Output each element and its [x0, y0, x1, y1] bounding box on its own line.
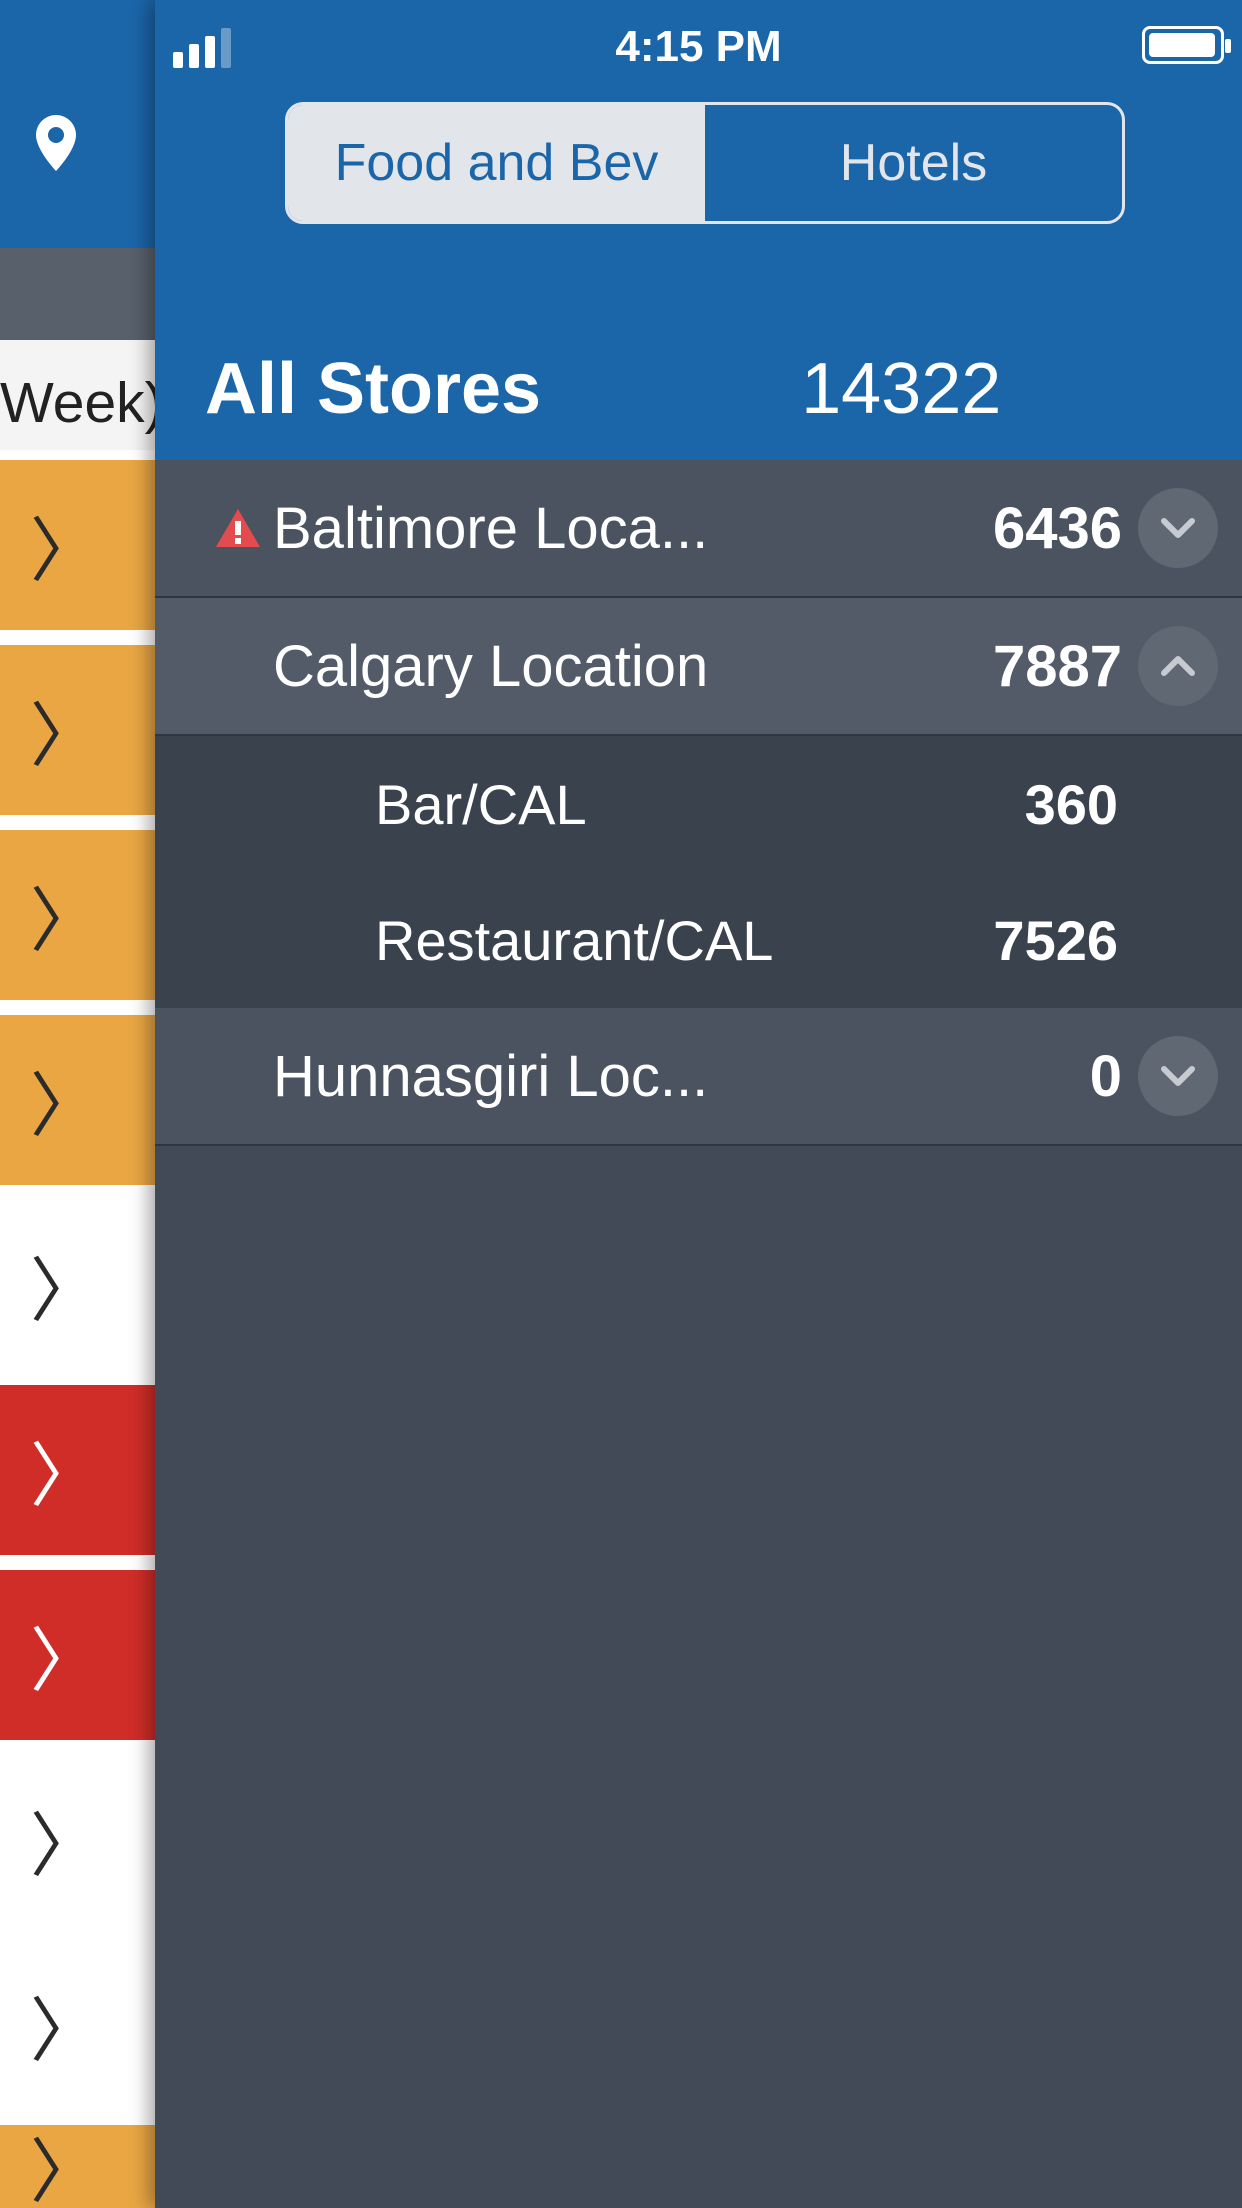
store-value: 7887 [922, 633, 1122, 700]
slide-over-panel: 4:15 PM Food and Bev Hotels All Stores 1… [155, 0, 1242, 2208]
store-name: Hunnasgiri Loc... [273, 1043, 708, 1110]
all-stores-summary: All Stores 14322 [205, 348, 1192, 430]
behind-row[interactable]: 〉 [0, 1570, 155, 1740]
store-name: Calgary Location [273, 633, 708, 700]
sub-row-restaurant-cal[interactable]: Restaurant/CAL 7526 [155, 872, 1242, 1008]
behind-row[interactable]: 〉 [0, 1755, 155, 1925]
store-row-hunnasgiri[interactable]: Hunnasgiri Loc... 0 [155, 1008, 1242, 1146]
store-row-baltimore[interactable]: Baltimore Loca... 6436 [155, 460, 1242, 598]
expand-button[interactable] [1138, 488, 1218, 568]
summary-title: All Stores [205, 348, 541, 430]
summary-total: 14322 [801, 348, 1001, 430]
behind-row[interactable]: 〉 [0, 460, 155, 630]
behind-header [0, 0, 155, 248]
chevron-right-icon: 〉 [30, 865, 100, 966]
collapse-button[interactable] [1138, 626, 1218, 706]
status-bar: 4:15 PM [155, 18, 1242, 78]
sub-name: Bar/CAL [375, 772, 587, 837]
trend-down-icon [712, 650, 767, 682]
store-value: 6436 [922, 495, 1122, 562]
underlying-menu: Week) 〉 〉 〉 〉 〉 〉 〉 〉 〉 〉 [0, 0, 155, 2208]
chevron-right-icon: 〉 [30, 495, 100, 596]
chevron-right-icon: 〉 [30, 680, 100, 781]
pin-icon[interactable] [36, 115, 76, 176]
tab-hotels[interactable]: Hotels [705, 105, 1122, 221]
segmented-control: Food and Bev Hotels [285, 102, 1125, 224]
chevron-right-icon: 〉 [30, 1605, 100, 1706]
trend-down-icon [712, 512, 767, 544]
sub-name: Restaurant/CAL [375, 908, 773, 973]
chevron-right-icon: 〉 [30, 1050, 100, 1151]
sub-value: 360 [918, 772, 1118, 837]
trend-up-icon [823, 924, 878, 956]
panel-header: 4:15 PM Food and Bev Hotels All Stores 1… [155, 0, 1242, 460]
chevron-right-icon: 〉 [30, 1975, 100, 2076]
alert-icon [203, 505, 273, 551]
store-name: Baltimore Loca... [273, 495, 708, 562]
sub-row-bar-cal[interactable]: Bar/CAL 360 [155, 736, 1242, 872]
chevron-right-icon: 〉 [30, 1235, 100, 1336]
tab-food-and-bev[interactable]: Food and Bev [288, 105, 705, 221]
battery-icon [1142, 26, 1224, 64]
behind-gray-band [0, 248, 155, 340]
chevron-right-icon: 〉 [30, 2116, 100, 2208]
trend-down-icon [823, 788, 878, 820]
behind-week-label: Week) [0, 340, 155, 450]
behind-row[interactable]: 〉 [0, 1940, 155, 2110]
behind-row[interactable]: 〉 [0, 1200, 155, 1370]
chevron-right-icon: 〉 [30, 1790, 100, 1891]
store-value: 0 [922, 1043, 1122, 1110]
chevron-right-icon: 〉 [30, 1420, 100, 1521]
status-time: 4:15 PM [155, 22, 1242, 72]
trend-up-icon [712, 1060, 767, 1092]
store-row-calgary[interactable]: Calgary Location 7887 [155, 598, 1242, 736]
behind-row[interactable]: 〉 [0, 830, 155, 1000]
sub-value: 7526 [918, 908, 1118, 973]
behind-row[interactable]: 〉 [0, 1385, 155, 1555]
behind-row[interactable]: 〉 [0, 2125, 155, 2208]
behind-row[interactable]: 〉 [0, 1015, 155, 1185]
store-list: Baltimore Loca... 6436 Calgary Location … [155, 460, 1242, 1146]
expand-button[interactable] [1138, 1036, 1218, 1116]
behind-row[interactable]: 〉 [0, 645, 155, 815]
